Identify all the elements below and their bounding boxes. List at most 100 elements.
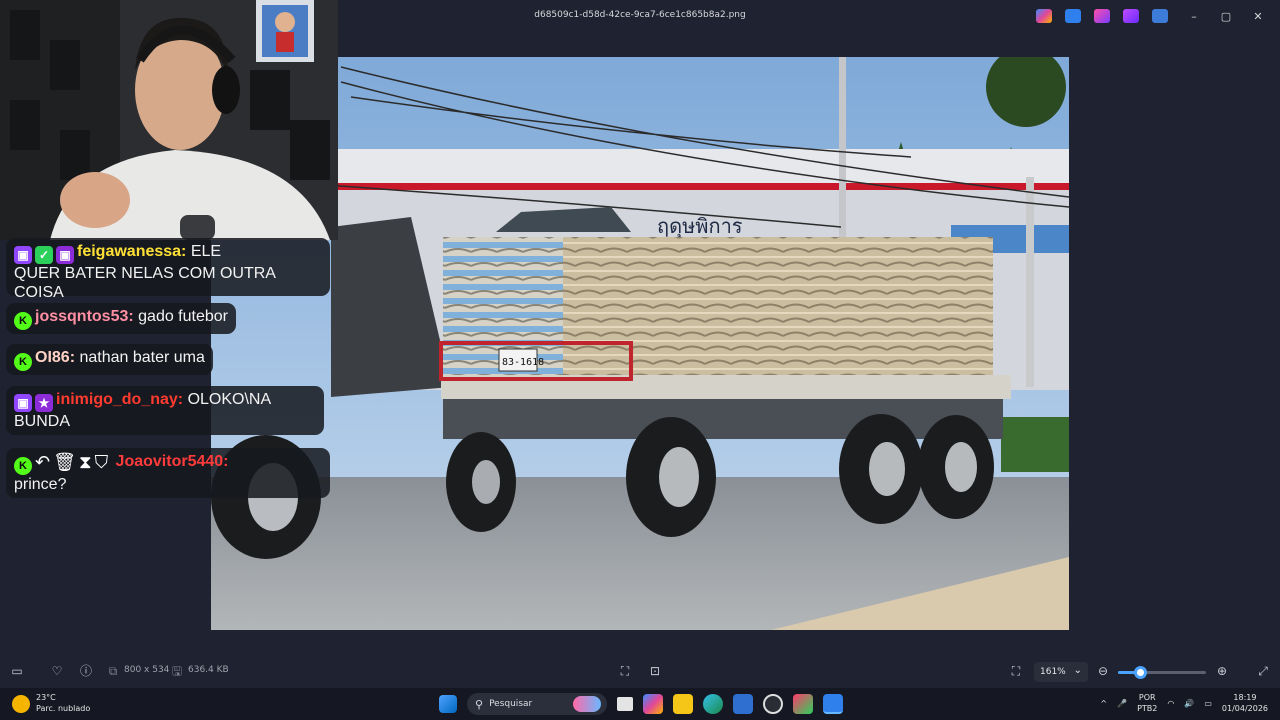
copilot-app-icon[interactable] [643, 694, 663, 714]
image-canvas[interactable]: ฤดุษพิการ 83-1618 [211, 57, 1069, 630]
streaming-app-icon[interactable] [793, 694, 813, 714]
info-icon[interactable]: ⓘ [79, 664, 93, 678]
kick-badge-icon: K [14, 353, 32, 371]
chat-username: inimigo_do_nay: [56, 391, 184, 408]
trash-icon: 🗑 [53, 452, 76, 472]
building-red-stripe [331, 183, 1069, 190]
file-size-icon: 🖫 [171, 664, 183, 678]
chat-username: Joaovitor5440: [115, 453, 229, 470]
utility-pole [839, 57, 846, 237]
chevron-down-icon: ⌄ [1073, 665, 1082, 676]
photos-edit-icon[interactable] [1065, 9, 1081, 23]
weather-temperature: 23°C [36, 693, 56, 702]
onedrive-icon[interactable] [1152, 9, 1168, 23]
chat-text: gado futebor [138, 308, 228, 325]
wifi-icon[interactable]: ◠ [1167, 699, 1174, 708]
edge-browser-icon[interactable] [703, 694, 723, 714]
partly-cloudy-icon [12, 695, 30, 713]
chassis [443, 399, 1003, 439]
zoom-out-icon[interactable]: ⊖ [1096, 664, 1110, 678]
twitch-badge-icon: ▣ [14, 394, 32, 412]
text-scan-icon[interactable]: ⊡ [648, 664, 662, 678]
screen: d68509c1-d58d-42ce-9ca7-6ce1c865b8a2.png… [0, 0, 1280, 720]
search-highlight-icon [573, 696, 601, 712]
star-badge-icon: ★ [35, 394, 53, 412]
truck-photo: ฤดุษพิการ 83-1618 [211, 57, 1069, 630]
weather-widget[interactable]: 23°C Parc. nublado [12, 692, 90, 714]
chat-text: prince? [14, 476, 67, 493]
volume-icon[interactable]: 🔊 [1184, 699, 1194, 708]
zoom-in-icon[interactable]: ⊕ [1215, 664, 1229, 678]
viewer-toolbar: ▭ ♡ ⓘ ⧉ 800 x 534 🖫 636.4 KB ⛶ ⊡ ⛶ 161% … [0, 657, 1280, 687]
favorite-heart-icon[interactable]: ♡ [50, 664, 64, 678]
fullscreen-icon[interactable]: ⤢ [1256, 664, 1270, 678]
chat-username: jossqntos53: [35, 308, 134, 325]
chat-text: ELE [190, 243, 222, 260]
chat-message: ▣ ✓ ▣ feigawanessa: ELE QUER BATER NELAS CO… [6, 238, 330, 301]
search-box[interactable]: ⚲ Pesquisar [467, 693, 607, 715]
search-placeholder: Pesquisar [489, 699, 533, 709]
chat-message: K ↶ 🗑 ⧗ ⛉ Joaovitor5440: prince? [6, 448, 330, 498]
check-badge-icon: ✓ [35, 246, 53, 264]
chat-message: ▣ ★ inimigo_do_nay: OLOKO\NA BUNDA [6, 386, 324, 435]
show-hidden-icons-icon[interactable]: ^ [1100, 699, 1107, 708]
microphone [180, 215, 215, 240]
language-code: POR [1138, 693, 1156, 702]
clock-time: 18:19 [1233, 693, 1257, 702]
close-button[interactable]: ✕ [1242, 6, 1274, 26]
zoom-level: 161% [1040, 667, 1066, 677]
copilot-icon[interactable] [1036, 9, 1052, 23]
image-dimensions: 800 x 534 [124, 665, 170, 675]
maximize-button[interactable]: ▢ [1210, 6, 1242, 26]
filmstrip-icon[interactable]: ▭ [10, 664, 24, 678]
chat-message: Kjossqntos53: gado futebor [6, 303, 236, 334]
keyboard-layout: PTB2 [1137, 704, 1158, 713]
minimize-button[interactable]: – [1178, 6, 1210, 26]
search-icon: ⚲ [475, 697, 484, 711]
streamer-camera [0, 0, 338, 240]
photos-app-icon[interactable] [733, 694, 753, 714]
weather-description: Parc. nublado [36, 704, 91, 713]
clock-date: 01/04/2026 [1221, 704, 1268, 713]
zoom-slider[interactable] [1118, 666, 1206, 679]
chat-text: OLOKO\NA [187, 391, 272, 408]
clipchamp-icon[interactable] [1123, 9, 1139, 23]
twitch-badge-icon: ▣ [14, 246, 32, 264]
file-explorer-icon[interactable] [673, 694, 693, 714]
titlebar-app-icons [1036, 9, 1168, 23]
kick-badge-icon: K [14, 312, 32, 330]
file-size: 636.4 KB [188, 665, 229, 675]
chat-text: BUNDA [14, 413, 71, 430]
crop-icon[interactable]: ⛶ [618, 664, 632, 678]
hedge [1001, 417, 1069, 472]
language-indicator[interactable]: POR PTB2 [1137, 692, 1157, 714]
taskbar-apps: ⚲ Pesquisar [439, 693, 843, 715]
headphones-cup [212, 66, 240, 114]
kick-badge-icon: K [14, 457, 32, 475]
battery-icon[interactable]: ▭ [1204, 699, 1212, 708]
chat-text: QUER BATER NELAS COM OUTRA [14, 265, 276, 282]
microphone-icon[interactable]: 🎤 [1117, 699, 1127, 708]
hourglass-icon: ⧗ [78, 452, 92, 472]
streamer-hand [60, 172, 130, 228]
start-windows-icon[interactable] [439, 695, 457, 713]
fit-to-window-icon[interactable]: ⛶ [1009, 664, 1023, 678]
chat-message: K OI86: nathan bater uma [6, 344, 213, 375]
sub-badge-icon: ▣ [56, 246, 74, 264]
utility-pole-right [1026, 177, 1034, 387]
designer-icon[interactable] [1094, 9, 1110, 23]
window-controls: – ▢ ✕ [1178, 6, 1274, 26]
system-tray: ^ 🎤 POR PTB2 ◠ 🔊 ▭ 18:19 01/04/2026 [1100, 692, 1268, 714]
task-view-icon[interactable] [617, 697, 633, 711]
clock[interactable]: 18:19 01/04/2026 [1222, 692, 1268, 714]
undo-icon: ↶ [35, 452, 51, 472]
dimensions-icon: ⧉ [108, 664, 118, 678]
taskbar: 23°C Parc. nublado ⚲ Pesquisar ^ 🎤 POR P… [0, 688, 1280, 720]
chat-username: OI86: [35, 349, 76, 366]
photos-active-icon[interactable] [823, 694, 843, 714]
webcam-overlay [0, 0, 338, 240]
obs-icon[interactable] [763, 694, 783, 714]
zoom-level-dropdown[interactable]: 161% ⌄ [1034, 662, 1088, 682]
chat-text: COISA [14, 284, 64, 301]
zoom-slider-thumb[interactable] [1134, 666, 1147, 679]
